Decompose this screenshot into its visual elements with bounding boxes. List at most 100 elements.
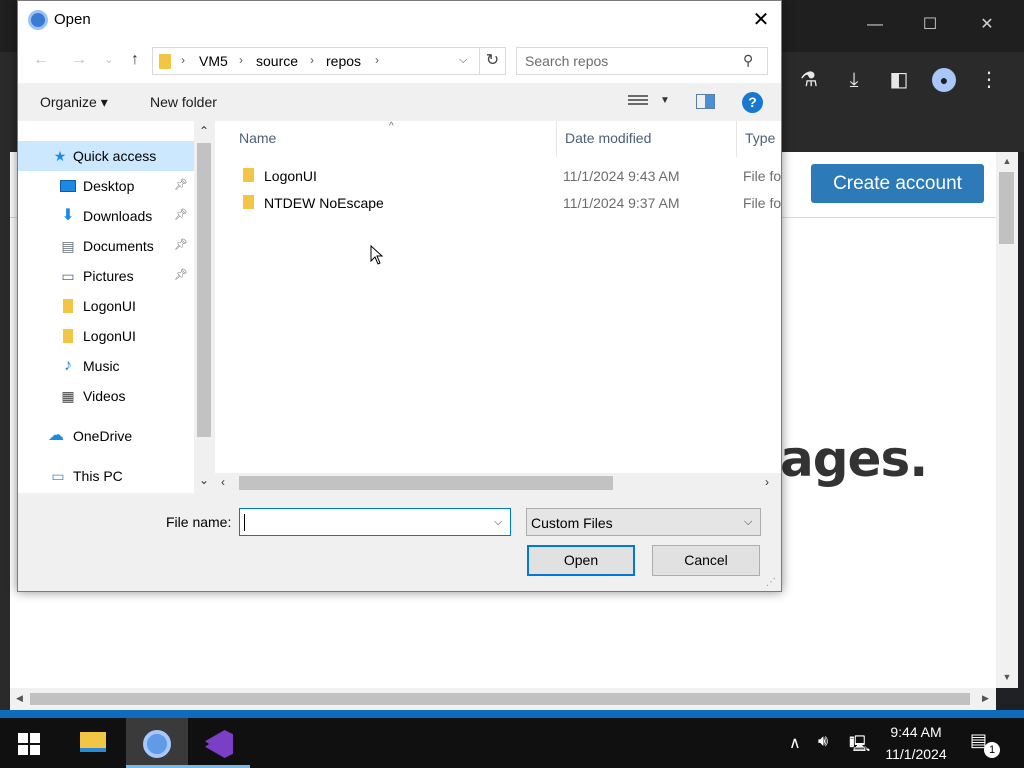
taskbar-clock[interactable]: 9:44 AM 11/1/2024	[872, 721, 960, 765]
nav-item-quick-access[interactable]: ★ Quick access	[18, 141, 194, 171]
file-row[interactable]: LogonUI 11/1/2024 9:43 AM File fo	[235, 163, 781, 189]
profile-avatar-icon[interactable]: ●	[932, 68, 956, 92]
scroll-down-icon[interactable]: ▼	[1000, 672, 1014, 686]
nav-item-logonui[interactable]: LogonUI	[18, 321, 194, 351]
file-type-filter-select[interactable]: Custom Files ⌵	[526, 508, 761, 536]
nav-item-music[interactable]: ♪ Music	[18, 351, 194, 381]
create-account-button[interactable]: Create account	[811, 164, 984, 203]
breadcrumb-chevron-icon[interactable]: ›	[239, 53, 243, 67]
nav-item-pictures[interactable]: ▭ Pictures 📌︎	[18, 261, 194, 291]
download-icon[interactable]: ⤓	[840, 66, 868, 94]
nav-item-videos[interactable]: ▦ Videos	[18, 381, 194, 411]
folder-icon	[243, 168, 254, 182]
breadcrumb-chevron-icon[interactable]: ›	[375, 53, 379, 67]
scroll-up-icon[interactable]: ⌃	[198, 124, 210, 138]
breadcrumb-vm5[interactable]: VM5	[199, 53, 228, 69]
film-icon: ▦	[61, 388, 75, 404]
nav-item-documents[interactable]: ▤ Documents 📌︎	[18, 231, 194, 261]
pin-icon: 📌︎	[174, 269, 188, 281]
scroll-right-icon[interactable]: ›	[765, 475, 769, 489]
new-folder-button[interactable]: New folder	[150, 94, 217, 110]
visual-studio-taskbar-button[interactable]	[188, 718, 250, 768]
dialog-title: Open	[54, 11, 91, 28]
forward-arrow-icon[interactable]: →	[68, 49, 90, 71]
scroll-up-icon[interactable]: ▲	[1000, 156, 1014, 170]
file-list: ^ Name Date modified Type LogonUI 11/1/2…	[215, 121, 781, 473]
column-header-date-modified[interactable]: Date modified	[565, 121, 651, 157]
file-type: File fo	[743, 195, 781, 211]
address-bar[interactable]: › VM5 › source › repos › ⌵	[152, 47, 480, 75]
scroll-down-icon[interactable]: ⌄	[198, 473, 210, 487]
cancel-button[interactable]: Cancel	[652, 545, 760, 576]
open-button[interactable]: Open	[527, 545, 635, 576]
pin-icon: 📌︎	[174, 239, 188, 251]
scroll-left-icon[interactable]: ‹	[221, 475, 225, 489]
search-icon[interactable]: ⚲	[743, 52, 753, 69]
file-date: 11/1/2024 9:43 AM	[563, 168, 680, 184]
preview-pane-icon[interactable]	[696, 94, 715, 109]
minimize-icon[interactable]: —	[860, 10, 890, 40]
nav-item-downloads[interactable]: ⬇ Downloads 📌︎	[18, 201, 194, 231]
close-window-icon[interactable]: ✕	[972, 10, 1002, 40]
desktop-icon	[60, 178, 76, 194]
search-input[interactable]	[525, 52, 735, 70]
refresh-icon[interactable]: ↻	[480, 47, 506, 75]
pin-icon: 📌︎	[174, 179, 188, 191]
nav-item-logonui[interactable]: LogonUI	[18, 291, 194, 321]
file-name-input[interactable]	[244, 513, 484, 531]
action-center-icon[interactable]: ▤ 1	[970, 730, 1000, 758]
taskbar	[0, 718, 1024, 768]
column-header-name[interactable]: Name	[239, 121, 276, 157]
breadcrumb-chevron-icon[interactable]: ›	[181, 53, 185, 67]
network-icon[interactable]: 🖳	[849, 733, 870, 760]
address-dropdown-chevron-icon[interactable]: ⌵	[459, 54, 467, 67]
close-dialog-button[interactable]: ✕	[746, 5, 776, 35]
scroll-left-icon[interactable]: ◀	[16, 693, 23, 704]
scroll-right-icon[interactable]: ▶	[982, 693, 989, 704]
file-explorer-taskbar-button[interactable]	[62, 718, 124, 768]
back-arrow-icon[interactable]: ←	[30, 49, 52, 71]
resize-grip-icon[interactable]: ⋰	[766, 577, 776, 588]
recent-locations-chevron-icon[interactable]: ⌄	[98, 49, 120, 71]
view-options-dropdown-icon[interactable]: ▼	[660, 95, 670, 106]
computer-icon: ▭	[51, 468, 65, 484]
breadcrumb-source[interactable]: source	[256, 53, 298, 69]
folder-icon	[60, 328, 76, 344]
file-name-dropdown-chevron-icon[interactable]: ⌵	[494, 516, 502, 529]
chrome-taskbar-button[interactable]	[126, 718, 188, 768]
search-box[interactable]: ⚲	[516, 47, 768, 75]
side-panel-icon[interactable]: ◧	[885, 66, 913, 94]
start-button[interactable]	[0, 718, 62, 768]
file-name: NTDEW NoEscape	[264, 195, 384, 211]
cloud-icon: ☁	[48, 427, 64, 444]
menu-kebab-icon[interactable]: ⋮	[975, 66, 1003, 94]
nav-item-this-pc[interactable]: ▭ This PC	[18, 461, 194, 491]
up-arrow-icon[interactable]: ↑	[124, 49, 146, 71]
nav-item-desktop[interactable]: Desktop 📌︎	[18, 171, 194, 201]
breadcrumb-repos[interactable]: repos	[326, 53, 361, 69]
volume-icon[interactable]: 🔊︎	[818, 733, 828, 751]
mouse-cursor-icon	[370, 245, 384, 265]
page-vertical-scrollbar[interactable]: ▲ ▼	[996, 152, 1018, 688]
labs-flask-icon[interactable]: ⚗	[795, 66, 823, 94]
show-hidden-icons-chevron-icon[interactable]: ∧	[789, 733, 801, 753]
file-type-filter-value: Custom Files	[531, 515, 613, 531]
help-icon[interactable]: ?	[742, 92, 763, 113]
pin-icon: 📌︎	[174, 209, 188, 221]
maximize-icon[interactable]: ☐	[915, 10, 945, 40]
column-header-type[interactable]: Type	[745, 121, 775, 157]
pictures-icon: ▭	[61, 268, 75, 284]
organize-menu-button[interactable]: Organize ▾	[40, 94, 108, 111]
open-file-dialog: Open ✕ ← → ⌄ ↑ › VM5 › source › repos › …	[17, 0, 782, 592]
file-list-horizontal-scrollbar[interactable]: ‹ ›	[215, 473, 781, 493]
file-name-combobox[interactable]: ⌵	[239, 508, 511, 536]
nav-item-onedrive[interactable]: ☁ OneDrive	[18, 421, 194, 451]
change-view-icon[interactable]	[628, 95, 648, 109]
navigation-pane-scrollbar[interactable]: ⌃ ⌄	[194, 121, 214, 493]
command-bar: Organize ▾ New folder ▼ ?	[18, 83, 781, 121]
star-icon: ★	[53, 148, 67, 164]
dialog-title-bar: Open ✕	[18, 1, 781, 39]
file-row[interactable]: NTDEW NoEscape 11/1/2024 9:37 AM File fo	[235, 190, 781, 216]
breadcrumb-chevron-icon[interactable]: ›	[310, 53, 314, 67]
page-horizontal-scrollbar[interactable]: ◀ ▶	[10, 688, 996, 710]
